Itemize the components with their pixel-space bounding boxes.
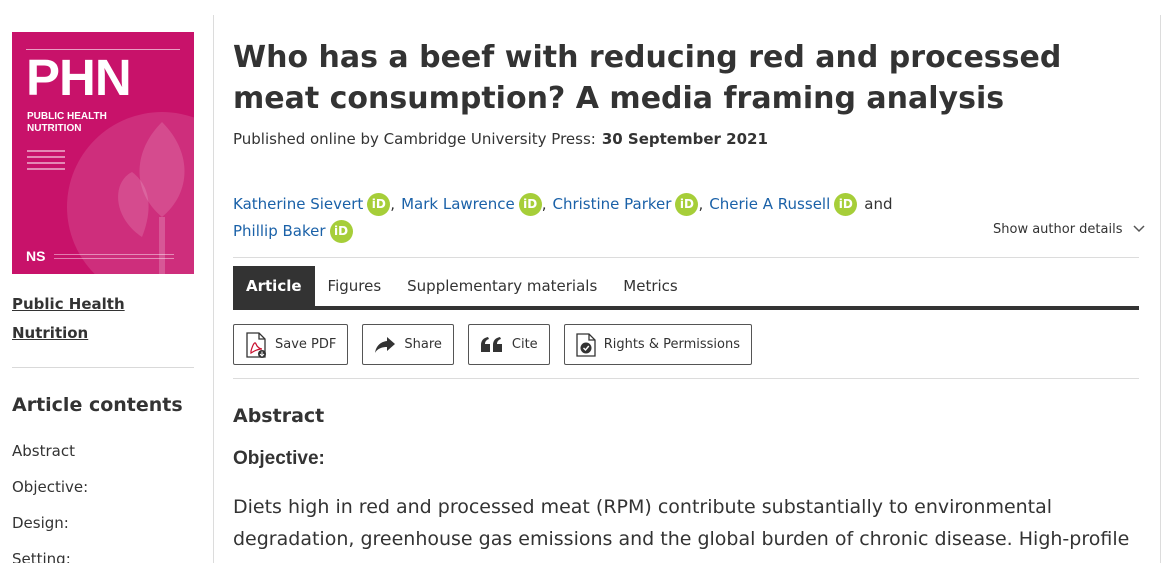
publisher-logo: NS — [26, 248, 46, 264]
document-check-icon — [576, 332, 596, 357]
author-and: and — [864, 195, 893, 213]
author-link-lawrence[interactable]: Mark Lawrence — [401, 191, 515, 218]
article-tabs: Article Figures Supplementary materials … — [233, 266, 691, 306]
tab-supplementary[interactable]: Supplementary materials — [394, 266, 610, 306]
left-sidebar: PHN PUBLIC HEALTH NUTRITION NS Public He… — [12, 0, 194, 563]
save-pdf-label: Save PDF — [275, 337, 337, 352]
tab-metrics[interactable]: Metrics — [610, 266, 690, 306]
author-link-parker[interactable]: Christine Parker — [552, 191, 671, 218]
divider — [233, 378, 1139, 379]
cover-title: PUBLIC HEALTH NUTRITION — [27, 111, 107, 135]
share-label: Share — [404, 337, 442, 352]
tab-underline — [233, 306, 1139, 310]
objective-heading: Objective: — [233, 448, 325, 469]
journal-cover-image[interactable]: PHN PUBLIC HEALTH NUTRITION NS — [12, 32, 194, 274]
author-link-sievert[interactable]: Katherine Sievert — [233, 191, 363, 218]
orcid-icon[interactable]: iD — [834, 193, 858, 216]
article-title: Who has a beef with reducing red and pro… — [233, 40, 1062, 116]
published-date: 30 September 2021 — [601, 130, 768, 148]
tab-figures[interactable]: Figures — [315, 266, 395, 306]
orcid-icon[interactable]: iD — [518, 193, 542, 216]
orcid-icon[interactable]: iD — [675, 193, 699, 216]
cover-title-line1: PUBLIC HEALTH — [27, 111, 107, 122]
contents-item-design[interactable]: Design: — [12, 512, 88, 548]
cite-label: Cite — [511, 337, 538, 352]
rights-permissions-button[interactable]: Rights & Permissions — [563, 324, 752, 365]
chevron-down-icon — [1133, 222, 1145, 237]
author-list: Katherine Sievert iD, Mark Lawrence iD, … — [233, 191, 933, 245]
contents-item-setting[interactable]: Setting: — [12, 548, 88, 563]
show-author-details-label: Show author details — [993, 222, 1123, 237]
quote-icon — [480, 336, 502, 352]
show-author-details-toggle[interactable]: Show author details — [993, 222, 1145, 237]
orcid-icon[interactable]: iD — [367, 193, 391, 216]
cite-button[interactable]: Cite — [467, 324, 550, 365]
cover-footer-print — [54, 254, 174, 262]
cover-title-line2: NUTRITION — [27, 123, 82, 134]
published-label: Published online by Cambridge University… — [233, 130, 596, 148]
orcid-icon[interactable]: iD — [329, 220, 353, 243]
divider — [233, 257, 1139, 258]
pdf-icon — [246, 331, 266, 358]
article-actions: Save PDF Share Cite Rights & Permissions — [233, 324, 766, 365]
contents-item-objective[interactable]: Objective: — [12, 476, 88, 512]
cover-acronym: PHN — [26, 49, 132, 106]
abstract-heading: Abstract — [233, 405, 325, 427]
share-arrow-icon — [375, 336, 396, 353]
sidebar-divider — [12, 367, 194, 368]
journal-name-line2: Nutrition — [12, 324, 89, 342]
author-link-russell[interactable]: Cherie A Russell — [709, 191, 830, 218]
column-divider — [213, 15, 214, 563]
article-contents-list: Abstract Objective: Design: Setting: — [12, 440, 88, 563]
author-link-baker[interactable]: Phillip Baker — [233, 218, 326, 245]
share-button[interactable]: Share — [362, 324, 454, 365]
abstract-text: Diets high in red and processed meat (RP… — [233, 496, 1130, 550]
author-line-2: Phillip Baker iD — [233, 218, 933, 245]
tab-article[interactable]: Article — [233, 266, 315, 306]
published-info: Published online by Cambridge University… — [233, 130, 768, 148]
save-pdf-button[interactable]: Save PDF — [233, 324, 349, 365]
cover-small-print — [27, 150, 65, 180]
rights-permissions-label: Rights & Permissions — [603, 337, 740, 352]
journal-name-line1: Public Health — [12, 295, 125, 313]
contents-item-abstract[interactable]: Abstract — [12, 440, 88, 476]
author-line-1: Katherine Sievert iD, Mark Lawrence iD, … — [233, 191, 933, 218]
article-contents-title: Article contents — [12, 394, 183, 416]
journal-name-link[interactable]: Public Health Nutrition — [12, 290, 125, 348]
